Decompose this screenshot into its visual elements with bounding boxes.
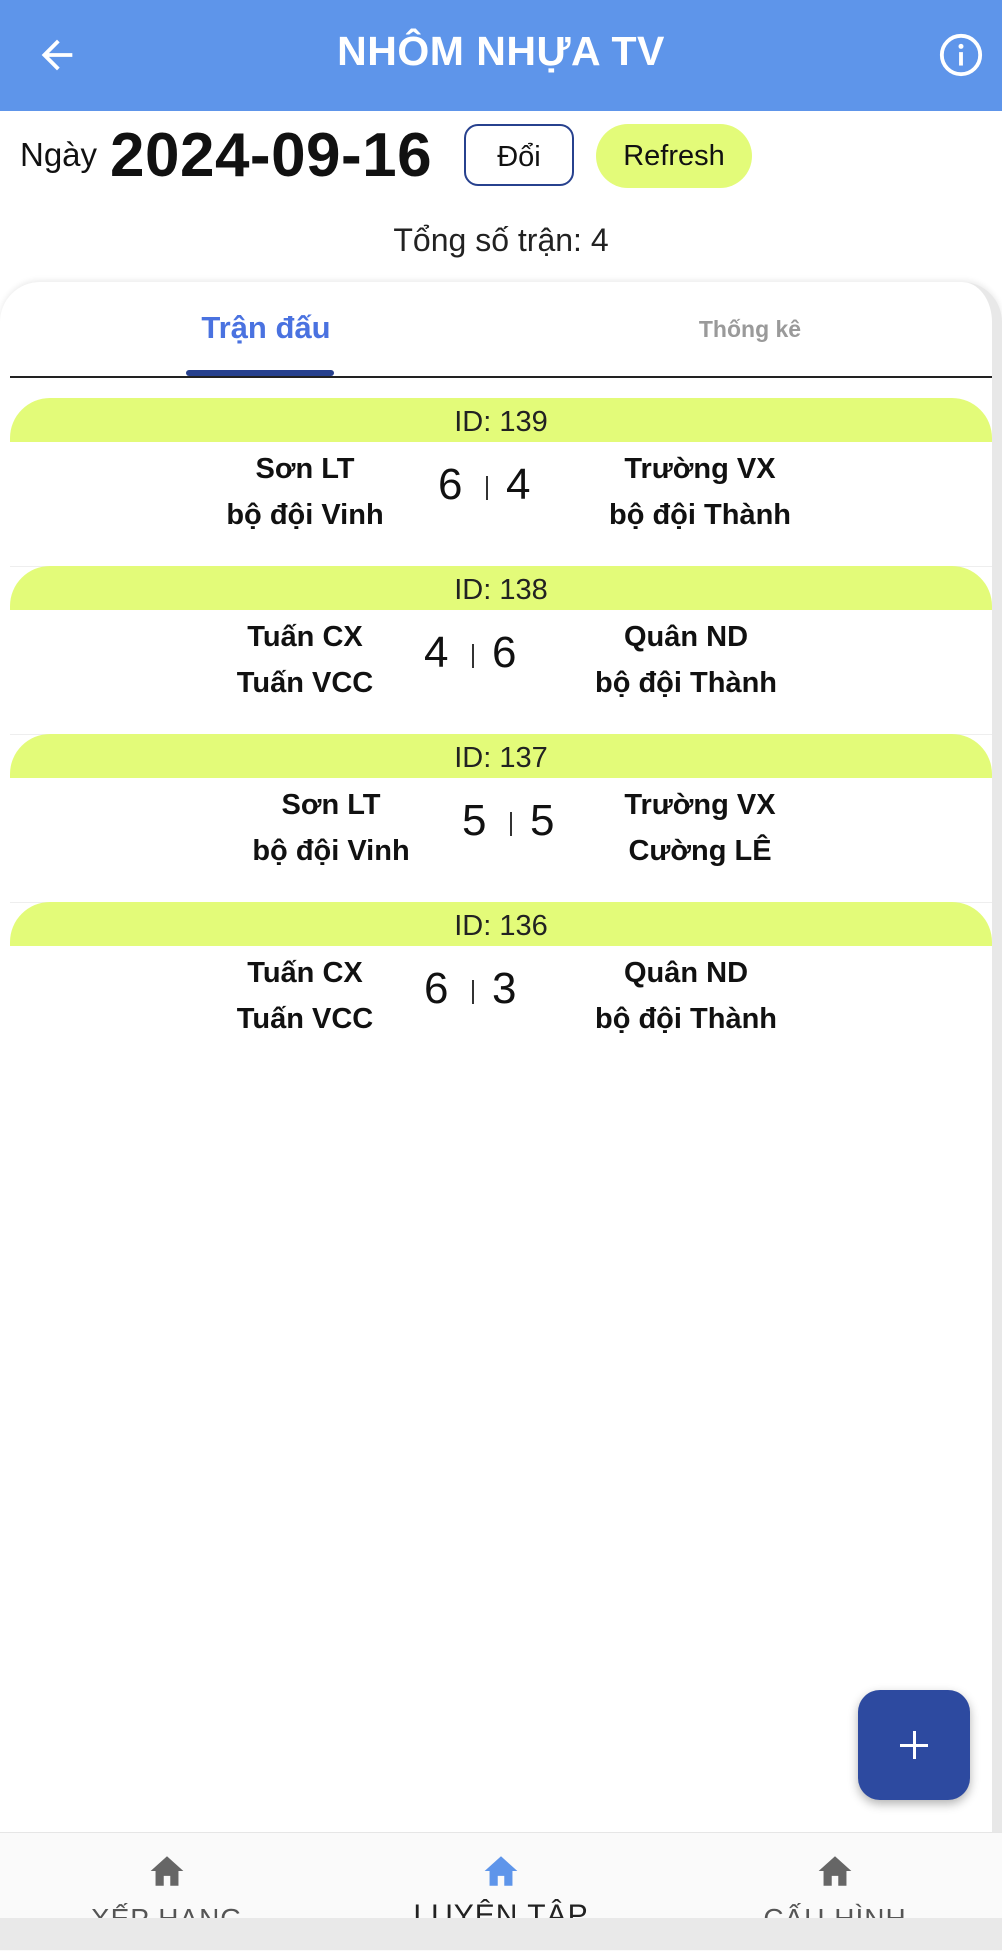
change-date-button[interactable]: Đổi xyxy=(464,124,574,186)
team-b-player-2: Cường LÊ xyxy=(628,835,772,867)
score-a: 6 xyxy=(438,460,463,509)
score-separator xyxy=(486,476,488,500)
home-icon xyxy=(484,1856,518,1886)
score-a: 4 xyxy=(424,628,449,677)
system-taskbar xyxy=(0,1918,1002,1950)
team-a-player-2: bộ đội Vinh xyxy=(252,835,410,867)
team-b-player-1: Quân ND xyxy=(623,957,749,989)
team-a-player-1: Tuấn CX xyxy=(247,621,363,653)
team-a-player-1: Tuấn CX xyxy=(247,957,363,989)
date-value: 2024-09-16 xyxy=(110,121,433,190)
add-match-button[interactable] xyxy=(858,1690,970,1800)
team-a: Tuấn CX Tuấn VCC xyxy=(180,950,430,1042)
team-b: Trường VX Cường LÊ xyxy=(570,782,830,874)
tab-statistics[interactable]: Thống kê xyxy=(650,316,850,343)
team-b-player-2: bộ đội Thành xyxy=(608,499,791,531)
match-id: ID: 137 xyxy=(10,734,992,778)
team-b-player-1: Quân ND xyxy=(623,621,749,653)
score-separator xyxy=(472,980,474,1004)
tab-bar: Trận đấu Thống kê xyxy=(10,282,992,378)
match-id: ID: 136 xyxy=(10,902,992,946)
score-a: 6 xyxy=(424,964,449,1013)
plus-icon-stroke xyxy=(913,1731,916,1759)
team-a: Sơn LT bộ đội Vinh xyxy=(180,446,430,538)
team-b-player-1: Trường VX xyxy=(624,789,776,821)
team-a-player-2: Tuấn VCC xyxy=(236,1003,374,1035)
score-separator xyxy=(510,812,512,836)
team-a-player-2: bộ đội Vinh xyxy=(226,499,384,531)
team-a-player-1: Sơn LT xyxy=(281,789,381,821)
info-circle-icon[interactable] xyxy=(938,32,984,78)
score-b: 4 xyxy=(506,460,531,509)
match-card[interactable]: ID: 136 Tuấn CX Tuấn VCC 6 3 Quân ND bộ … xyxy=(10,902,992,1070)
refresh-button[interactable]: Refresh xyxy=(596,124,752,188)
app-title: NHÔM NHỰA TV xyxy=(337,28,665,74)
match-id: ID: 138 xyxy=(10,566,992,610)
match-id: ID: 139 xyxy=(10,398,992,442)
total-matches-text: Tổng số trận: 4 xyxy=(393,222,609,258)
score-b: 3 xyxy=(492,964,517,1013)
team-a-player-2: Tuấn VCC xyxy=(236,667,374,699)
team-b-player-1: Trường VX xyxy=(624,453,776,485)
team-b: Trường VX bộ đội Thành xyxy=(570,446,830,538)
team-b-player-2: bộ đội Thành xyxy=(594,1003,777,1035)
team-b: Quân ND bộ đội Thành xyxy=(556,950,816,1042)
home-icon xyxy=(150,1856,184,1886)
team-a: Tuấn CX Tuấn VCC xyxy=(180,614,430,706)
score-a: 5 xyxy=(462,796,487,845)
tab-matches[interactable]: Trận đấu xyxy=(186,310,346,346)
score-b: 6 xyxy=(492,628,517,677)
home-icon xyxy=(818,1856,852,1886)
match-card[interactable]: ID: 138 Tuấn CX Tuấn VCC 4 6 Quân ND bộ … xyxy=(10,566,992,735)
team-a: Sơn LT bộ đội Vinh xyxy=(206,782,456,874)
match-card[interactable]: ID: 137 Sơn LT bộ đội Vinh 5 5 Trường VX… xyxy=(10,734,992,903)
date-row: Ngày 2024-09-16 Đổi Refresh xyxy=(0,120,1002,200)
match-card[interactable]: ID: 139 Sơn LT bộ đội Vinh 6 4 Trường VX… xyxy=(10,398,992,567)
score-separator xyxy=(472,644,474,668)
team-b-player-2: bộ đội Thành xyxy=(594,667,777,699)
score-b: 5 xyxy=(530,796,555,845)
team-a-player-1: Sơn LT xyxy=(255,453,355,485)
app-bar: NHÔM NHỰA TV xyxy=(0,0,1002,111)
tab-active-indicator xyxy=(186,370,334,376)
date-label: Ngày xyxy=(20,136,98,173)
team-b: Quân ND bộ đội Thành xyxy=(556,614,816,706)
